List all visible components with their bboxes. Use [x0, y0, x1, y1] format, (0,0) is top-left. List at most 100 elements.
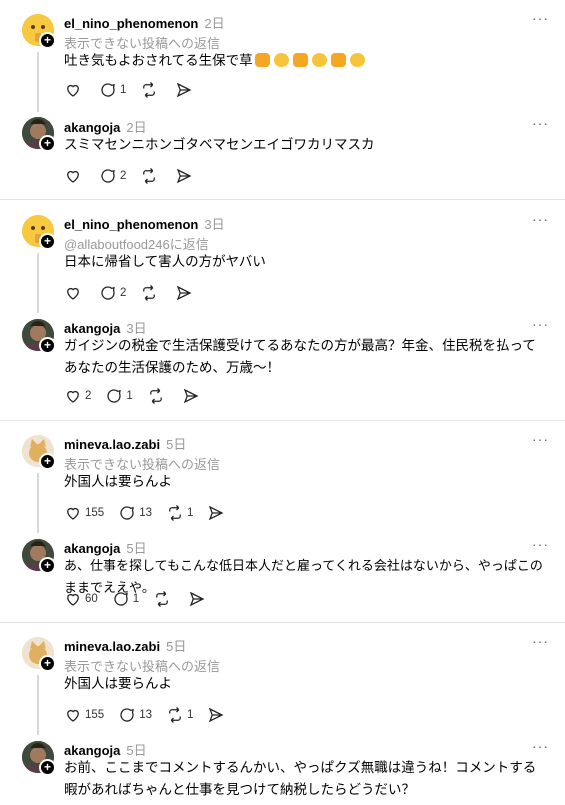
laugh-emoji-icon: [349, 53, 365, 67]
comment-button[interactable]: 13: [118, 706, 152, 724]
post-actions: 60 1: [64, 589, 220, 609]
username[interactable]: mineva.lao.zabi: [64, 437, 160, 452]
comment-icon: [120, 708, 134, 722]
share-button[interactable]: [207, 706, 225, 724]
post-actions: 2: [64, 166, 207, 186]
timestamp[interactable]: 2日: [204, 16, 224, 31]
laugh-emoji-icon: [311, 53, 327, 67]
share-icon: [177, 285, 192, 301]
fist-emoji-icon: [254, 53, 270, 67]
more-icon[interactable]: ···: [532, 316, 549, 332]
like-button[interactable]: 2: [64, 387, 91, 405]
like-button[interactable]: [64, 167, 85, 185]
more-icon[interactable]: ···: [532, 738, 549, 754]
follow-plus-icon[interactable]: +: [39, 557, 56, 574]
repost-button[interactable]: 1: [166, 504, 193, 522]
username[interactable]: akangoja: [64, 321, 120, 336]
timestamp[interactable]: 5日: [166, 639, 186, 654]
timestamp[interactable]: 3日: [204, 217, 224, 232]
heart-icon: [67, 84, 79, 97]
thread-line: [37, 253, 39, 313]
post-text: 外国人は要らんよ: [64, 676, 172, 691]
post-header: el_nino_phenomenon 3日: [64, 214, 225, 233]
repost-button[interactable]: 1: [166, 706, 193, 724]
heart-icon: [67, 507, 79, 520]
share-button[interactable]: [175, 284, 193, 302]
share-icon: [177, 168, 192, 184]
fist-emoji-icon: [330, 53, 346, 67]
share-button[interactable]: [207, 504, 225, 522]
post-actions: 2 1: [64, 386, 214, 406]
timestamp[interactable]: 5日: [126, 541, 146, 556]
repost-button[interactable]: [147, 387, 168, 405]
comment-button[interactable]: 2: [99, 167, 126, 185]
username[interactable]: mineva.lao.zabi: [64, 639, 160, 654]
share-button[interactable]: [175, 167, 193, 185]
repost-button[interactable]: [140, 284, 161, 302]
comment-button[interactable]: 2: [99, 284, 126, 302]
like-button[interactable]: [64, 284, 85, 302]
repost-button[interactable]: [153, 590, 174, 608]
comment-icon: [114, 592, 128, 606]
follow-plus-icon[interactable]: +: [39, 135, 56, 152]
share-icon: [209, 707, 224, 723]
post-actions: 1: [64, 80, 207, 100]
more-icon[interactable]: ···: [532, 10, 549, 26]
like-button[interactable]: 155: [64, 706, 104, 724]
thread-line: [37, 473, 39, 533]
timestamp[interactable]: 2日: [126, 120, 146, 135]
comment-icon: [101, 169, 115, 183]
follow-plus-icon[interactable]: +: [39, 453, 56, 470]
share-button[interactable]: [182, 387, 200, 405]
repost-button[interactable]: [140, 81, 161, 99]
post-text: 吐き気もよおされてる生保で草: [64, 50, 545, 72]
username[interactable]: akangoja: [64, 120, 120, 135]
timestamp[interactable]: 5日: [166, 437, 186, 452]
share-button[interactable]: [175, 81, 193, 99]
comment-button[interactable]: 13: [118, 504, 152, 522]
username[interactable]: el_nino_phenomenon: [64, 217, 198, 232]
heart-icon: [67, 709, 79, 722]
thread-line: [37, 52, 39, 112]
username[interactable]: el_nino_phenomenon: [64, 16, 198, 31]
fist-emoji-icon: [292, 53, 308, 67]
repost-button[interactable]: [140, 167, 161, 185]
comment-button[interactable]: 1: [105, 387, 133, 405]
repost-icon: [169, 505, 181, 521]
post-text: お前、ここまでコメントするんかい、やっぱクズ無職は違うね！コメントする暇があれば…: [64, 760, 537, 797]
post-text: スミマセンニホンゴタベマセンエイゴワカリマスカ: [64, 137, 375, 152]
like-button[interactable]: [64, 81, 85, 99]
heart-icon: [67, 390, 79, 403]
post-actions: 155 13 1: [64, 503, 239, 523]
more-icon[interactable]: ···: [532, 115, 549, 131]
follow-plus-icon[interactable]: +: [39, 655, 56, 672]
follow-plus-icon[interactable]: +: [39, 759, 56, 776]
username[interactable]: akangoja: [64, 743, 120, 758]
timestamp[interactable]: 3日: [126, 321, 146, 336]
username[interactable]: akangoja: [64, 541, 120, 556]
more-icon[interactable]: ···: [532, 536, 549, 552]
heart-icon: [67, 170, 79, 183]
follow-plus-icon[interactable]: +: [39, 233, 56, 250]
laugh-emoji-icon: [273, 53, 289, 67]
timestamp[interactable]: 5日: [126, 743, 146, 758]
share-button[interactable]: [188, 590, 206, 608]
share-icon: [183, 388, 199, 404]
more-icon[interactable]: ···: [532, 211, 549, 227]
comment-button[interactable]: 1: [99, 81, 126, 99]
thread-line: [37, 675, 39, 735]
share-icon: [177, 82, 192, 98]
like-button[interactable]: 155: [64, 504, 104, 522]
like-button[interactable]: 60: [64, 590, 98, 608]
heart-icon: [67, 287, 79, 300]
follow-plus-icon[interactable]: +: [39, 32, 56, 49]
comment-icon: [107, 389, 122, 403]
follow-plus-icon[interactable]: +: [39, 337, 56, 354]
comment-icon: [101, 286, 115, 300]
repost-icon: [143, 168, 156, 184]
more-icon[interactable]: ···: [532, 431, 549, 447]
more-icon[interactable]: ···: [532, 633, 549, 649]
post-text: 日本に帰省して害人の方がヤバい: [64, 254, 266, 269]
repost-icon: [169, 707, 181, 723]
comment-button[interactable]: 1: [112, 590, 139, 608]
